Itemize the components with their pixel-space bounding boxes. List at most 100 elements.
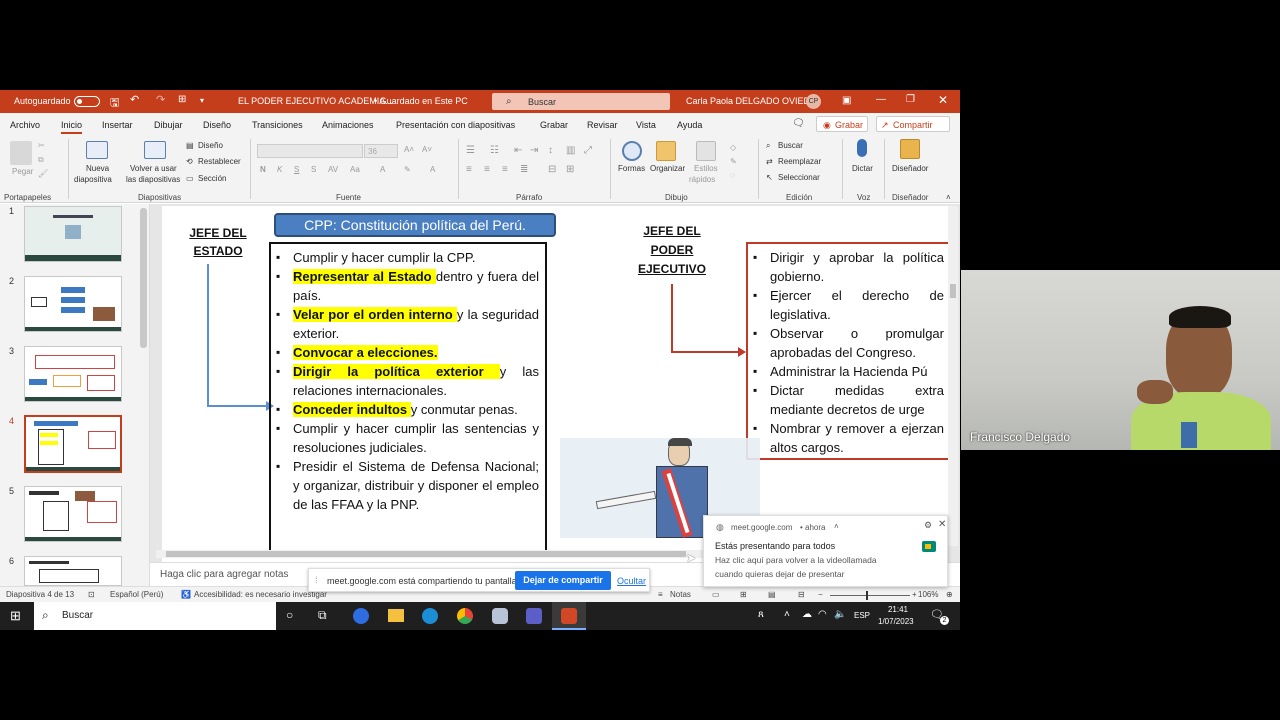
compartir-button[interactable]: ↗ Compartir: [876, 116, 950, 132]
justify-icon[interactable]: ≣: [520, 164, 528, 175]
tab-transiciones[interactable]: Transiciones: [252, 120, 303, 130]
format-painter-icon[interactable]: 🖌: [38, 169, 48, 178]
normal-view-icon[interactable]: ▭: [712, 590, 720, 599]
search-box[interactable]: ⌕ Buscar: [492, 93, 670, 110]
notes-button[interactable]: Notas: [670, 590, 691, 599]
meet-notification[interactable]: ◍ meet.google.com • ahora ˄ ⚙ ✕ Estás pr…: [703, 515, 948, 587]
dictar-label[interactable]: Dictar: [852, 164, 873, 173]
slide-thumbnail-1[interactable]: [24, 206, 122, 262]
tray-expand-icon[interactable]: ˄: [784, 609, 790, 620]
task-view-icon[interactable]: ⧉: [318, 608, 327, 623]
align-center-icon[interactable]: ≡: [484, 164, 490, 175]
reemplazar-button[interactable]: Reemplazar: [778, 157, 821, 166]
indent-icon[interactable]: ⇤: [514, 145, 522, 156]
align-text-icon[interactable]: ⊟: [548, 164, 556, 175]
wifi-icon[interactable]: ◠: [818, 609, 827, 620]
shape-fill-icon[interactable]: ◇: [730, 143, 736, 152]
sorter-view-icon[interactable]: ⊞: [740, 590, 747, 599]
customize-qat-icon[interactable]: ▾: [200, 96, 204, 105]
chrome-icon[interactable]: [457, 608, 473, 624]
organizar-label[interactable]: Organizar: [650, 164, 685, 173]
reuse-slides-icon[interactable]: [144, 141, 166, 159]
vertical-scroll-thumb[interactable]: [950, 284, 956, 298]
volver-label-2[interactable]: las diapositivas: [126, 175, 180, 184]
slide-thumbnail-5[interactable]: [24, 486, 122, 542]
ribbon-display-icon[interactable]: ▣: [842, 95, 851, 106]
language-indicator[interactable]: Español (Perú): [110, 590, 163, 599]
save-icon[interactable]: 🖫: [110, 94, 119, 113]
avatar[interactable]: CP: [806, 94, 821, 109]
grabar-button[interactable]: ◉ Grabar: [816, 116, 868, 132]
zoom-out-icon[interactable]: −: [818, 590, 823, 599]
shape-outline-icon[interactable]: ✎: [730, 157, 737, 166]
thumbnails-scrollbar[interactable]: [140, 208, 147, 348]
nueva-label[interactable]: Nueva: [86, 164, 109, 173]
file-explorer-icon[interactable]: [388, 609, 404, 622]
arrange-icon[interactable]: [656, 141, 676, 161]
settings-icon[interactable]: ⚙: [924, 520, 932, 531]
windows-start-icon[interactable]: ⊞: [10, 608, 21, 624]
diapositiva-label[interactable]: diapositiva: [74, 175, 112, 184]
file-name[interactable]: EL PODER EJECUTIVO ACADEMIA...: [238, 96, 393, 106]
microphone-icon[interactable]: [857, 139, 867, 157]
tab-insertar[interactable]: Insertar: [102, 120, 133, 130]
cloud-icon[interactable]: ☁: [802, 609, 812, 620]
text-direction-icon[interactable]: ⤢: [584, 145, 592, 156]
restablecer-button[interactable]: Restablecer: [198, 157, 241, 166]
case-icon[interactable]: Aa: [350, 165, 360, 174]
seccion-button[interactable]: Sección: [198, 174, 226, 183]
numbering-icon[interactable]: ☷: [490, 145, 499, 156]
language-indicator[interactable]: ESP: [854, 611, 870, 620]
find-icon[interactable]: ⌕: [766, 141, 770, 151]
volume-icon[interactable]: 🔈: [834, 609, 846, 620]
bullets-icon[interactable]: ☰: [466, 145, 475, 156]
zoom-level[interactable]: 106%: [918, 590, 938, 599]
tab-diseno[interactable]: Diseño: [203, 120, 231, 130]
horizontal-scroll-thumb[interactable]: [166, 551, 686, 557]
volver-label-1[interactable]: Volver a usar: [130, 164, 177, 173]
align-left-icon[interactable]: ≡: [466, 164, 472, 175]
font-color-icon[interactable]: A: [430, 165, 435, 174]
disenador-label[interactable]: Diseñador: [892, 164, 928, 173]
shrink-font-icon[interactable]: A˅: [422, 145, 432, 154]
slide-thumbnail-6[interactable]: [24, 556, 122, 586]
font-size-select[interactable]: 36: [364, 144, 398, 158]
slide-thumbnail-2[interactable]: [24, 276, 122, 332]
align-right-icon[interactable]: ≡: [502, 164, 508, 175]
collapse-ribbon-icon[interactable]: ˄: [946, 193, 951, 202]
section-icon[interactable]: ▭: [186, 174, 194, 183]
formas-label[interactable]: Formas: [618, 164, 645, 173]
zoom-app-icon[interactable]: [353, 608, 369, 624]
notification-close-icon[interactable]: ✕: [938, 519, 946, 530]
hide-button[interactable]: Ocultar: [617, 576, 646, 586]
underline-icon[interactable]: S: [294, 165, 299, 174]
tab-ayuda[interactable]: Ayuda: [677, 120, 702, 130]
font-name-select[interactable]: [257, 144, 363, 158]
tab-inicio[interactable]: Inicio: [61, 120, 83, 134]
stop-sharing-button[interactable]: Dejar de compartir: [515, 571, 611, 590]
fit-slide-icon[interactable]: ⊕: [946, 590, 953, 599]
expand-icon[interactable]: ˄: [834, 522, 839, 531]
cut-icon[interactable]: ✂: [38, 141, 45, 150]
user-name[interactable]: Carla Paola DELGADO OVIEDO: [686, 96, 817, 106]
slide-thumbnail-3[interactable]: [24, 346, 122, 402]
outdent-icon[interactable]: ⇥: [530, 145, 538, 156]
tab-archivo[interactable]: Archivo: [10, 120, 40, 130]
strikethrough-icon[interactable]: S: [311, 165, 316, 174]
cortana-icon[interactable]: ○: [286, 608, 293, 622]
people-icon[interactable]: ጸ: [758, 609, 764, 620]
participant-video-tile[interactable]: Francisco Delgado: [961, 270, 1280, 450]
spacing-icon[interactable]: AV: [328, 165, 338, 174]
replace-icon[interactable]: ⇄: [766, 157, 773, 166]
powerpoint-taskbar-button[interactable]: [552, 602, 586, 630]
shapes-icon[interactable]: [622, 141, 642, 161]
grow-font-icon[interactable]: A˄: [404, 145, 414, 154]
new-slide-icon[interactable]: [86, 141, 108, 159]
italic-icon[interactable]: K: [277, 165, 282, 174]
edge-icon[interactable]: [422, 608, 438, 624]
estilos-label-1[interactable]: Estilos: [694, 164, 718, 173]
zoom-in-icon[interactable]: +: [912, 590, 917, 599]
clock-time[interactable]: 21:41: [886, 605, 910, 614]
select-icon[interactable]: ↖: [766, 173, 773, 182]
minimize-icon[interactable]: —: [876, 94, 886, 105]
